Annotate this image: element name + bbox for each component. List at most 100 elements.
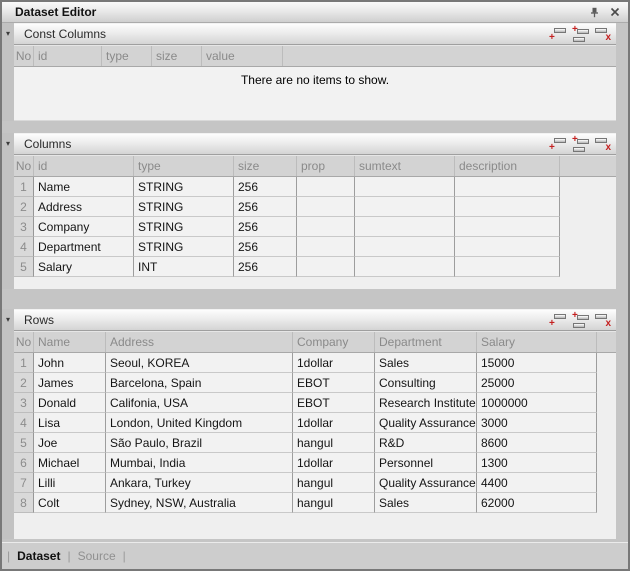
data-cell[interactable]: 256 [234, 177, 297, 197]
data-cell[interactable]: John [34, 353, 106, 373]
data-cell[interactable] [355, 257, 455, 277]
data-cell[interactable]: 256 [234, 237, 297, 257]
row-number-cell[interactable]: 7 [14, 473, 34, 493]
data-cell[interactable]: Sales [375, 493, 477, 513]
data-cell[interactable]: Lilli [34, 473, 106, 493]
data-cell[interactable] [297, 177, 355, 197]
row-number-cell[interactable]: 4 [14, 237, 34, 257]
data-cell[interactable]: Michael [34, 453, 106, 473]
data-cell[interactable]: Department [34, 237, 134, 257]
chevron-down-icon[interactable]: ▾ [3, 314, 13, 326]
data-cell[interactable]: James [34, 373, 106, 393]
data-cell[interactable]: Personnel [375, 453, 477, 473]
data-cell[interactable]: 3000 [477, 413, 597, 433]
data-cell[interactable]: EBOT [293, 373, 375, 393]
data-cell[interactable]: EBOT [293, 393, 375, 413]
data-cell[interactable]: São Paulo, Brazil [106, 433, 293, 453]
data-cell[interactable]: Mumbai, India [106, 453, 293, 473]
data-cell[interactable]: Quality Assurance [375, 473, 477, 493]
chevron-down-icon[interactable]: ▾ [3, 138, 13, 150]
data-cell[interactable]: 256 [234, 257, 297, 277]
data-cell[interactable]: Lisa [34, 413, 106, 433]
data-cell[interactable] [455, 237, 560, 257]
data-cell[interactable]: Barcelona, Spain [106, 373, 293, 393]
data-cell[interactable]: STRING [134, 217, 234, 237]
column-header-id[interactable]: id [34, 46, 102, 66]
data-cell[interactable] [455, 177, 560, 197]
row-number-cell[interactable]: 4 [14, 413, 34, 433]
column-header-no[interactable]: No [14, 332, 34, 352]
data-cell[interactable]: hangul [293, 473, 375, 493]
data-cell[interactable] [355, 217, 455, 237]
data-cell[interactable] [455, 257, 560, 277]
data-cell[interactable]: Salary [34, 257, 134, 277]
column-header-name[interactable]: Name [34, 332, 106, 352]
delete-row-icon[interactable]: x [595, 27, 612, 42]
data-cell[interactable]: 4400 [477, 473, 597, 493]
data-cell[interactable] [297, 237, 355, 257]
delete-row-icon[interactable]: x [595, 313, 612, 328]
close-icon[interactable] [610, 7, 620, 17]
row-number-cell[interactable]: 8 [14, 493, 34, 513]
row-number-cell[interactable]: 3 [14, 393, 34, 413]
add-row-icon[interactable]: + [549, 27, 566, 42]
column-header-company[interactable]: Company [293, 332, 375, 352]
column-header-no[interactable]: No [14, 46, 34, 66]
column-header-sumtext[interactable]: sumtext [355, 156, 455, 176]
data-cell[interactable] [297, 257, 355, 277]
column-header-description[interactable]: description [455, 156, 560, 176]
tab-source[interactable]: Source [78, 549, 116, 563]
data-cell[interactable]: Ankara, Turkey [106, 473, 293, 493]
chevron-down-icon[interactable]: ▾ [3, 28, 13, 40]
data-cell[interactable]: 1dollar [293, 413, 375, 433]
data-cell[interactable]: London, United Kingdom [106, 413, 293, 433]
data-cell[interactable]: 15000 [477, 353, 597, 373]
data-cell[interactable]: Address [34, 197, 134, 217]
data-cell[interactable]: Consulting [375, 373, 477, 393]
data-cell[interactable] [355, 197, 455, 217]
add-row-icon[interactable]: + [549, 137, 566, 152]
data-cell[interactable]: Seoul, KOREA [106, 353, 293, 373]
data-cell[interactable]: 1000000 [477, 393, 597, 413]
row-number-cell[interactable]: 3 [14, 217, 34, 237]
row-number-cell[interactable]: 6 [14, 453, 34, 473]
column-header-value[interactable]: value [202, 46, 283, 66]
data-cell[interactable] [455, 197, 560, 217]
row-number-cell[interactable]: 2 [14, 373, 34, 393]
column-header-address[interactable]: Address [106, 332, 293, 352]
data-cell[interactable] [297, 217, 355, 237]
data-cell[interactable]: 1300 [477, 453, 597, 473]
data-cell[interactable]: 1dollar [293, 353, 375, 373]
data-cell[interactable]: hangul [293, 493, 375, 513]
data-cell[interactable]: STRING [134, 237, 234, 257]
pin-icon[interactable] [589, 7, 600, 18]
column-header-type[interactable]: type [134, 156, 234, 176]
data-cell[interactable]: Quality Assurance [375, 413, 477, 433]
row-number-cell[interactable]: 5 [14, 257, 34, 277]
data-cell[interactable] [355, 237, 455, 257]
data-cell[interactable] [355, 177, 455, 197]
data-cell[interactable]: Califonia, USA [106, 393, 293, 413]
data-cell[interactable]: STRING [134, 197, 234, 217]
row-number-cell[interactable]: 1 [14, 177, 34, 197]
data-cell[interactable]: Company [34, 217, 134, 237]
data-cell[interactable]: Donald [34, 393, 106, 413]
section-header-rows[interactable]: Rows + + x [14, 309, 616, 331]
delete-row-icon[interactable]: x [595, 137, 612, 152]
data-cell[interactable]: Name [34, 177, 134, 197]
data-cell[interactable] [297, 197, 355, 217]
row-number-cell[interactable]: 2 [14, 197, 34, 217]
column-header-type[interactable]: type [102, 46, 152, 66]
data-cell[interactable]: Sydney, NSW, Australia [106, 493, 293, 513]
column-header-prop[interactable]: prop [297, 156, 355, 176]
section-header-columns[interactable]: Columns + + x [14, 133, 616, 155]
column-header-size[interactable]: size [234, 156, 297, 176]
data-cell[interactable]: 1dollar [293, 453, 375, 473]
add-row-icon[interactable]: + [549, 313, 566, 328]
column-header-department[interactable]: Department [375, 332, 477, 352]
data-cell[interactable]: 256 [234, 197, 297, 217]
section-header-const-columns[interactable]: Const Columns + + x [14, 23, 616, 45]
column-header-size[interactable]: size [152, 46, 202, 66]
data-cell[interactable]: 256 [234, 217, 297, 237]
data-cell[interactable]: 62000 [477, 493, 597, 513]
